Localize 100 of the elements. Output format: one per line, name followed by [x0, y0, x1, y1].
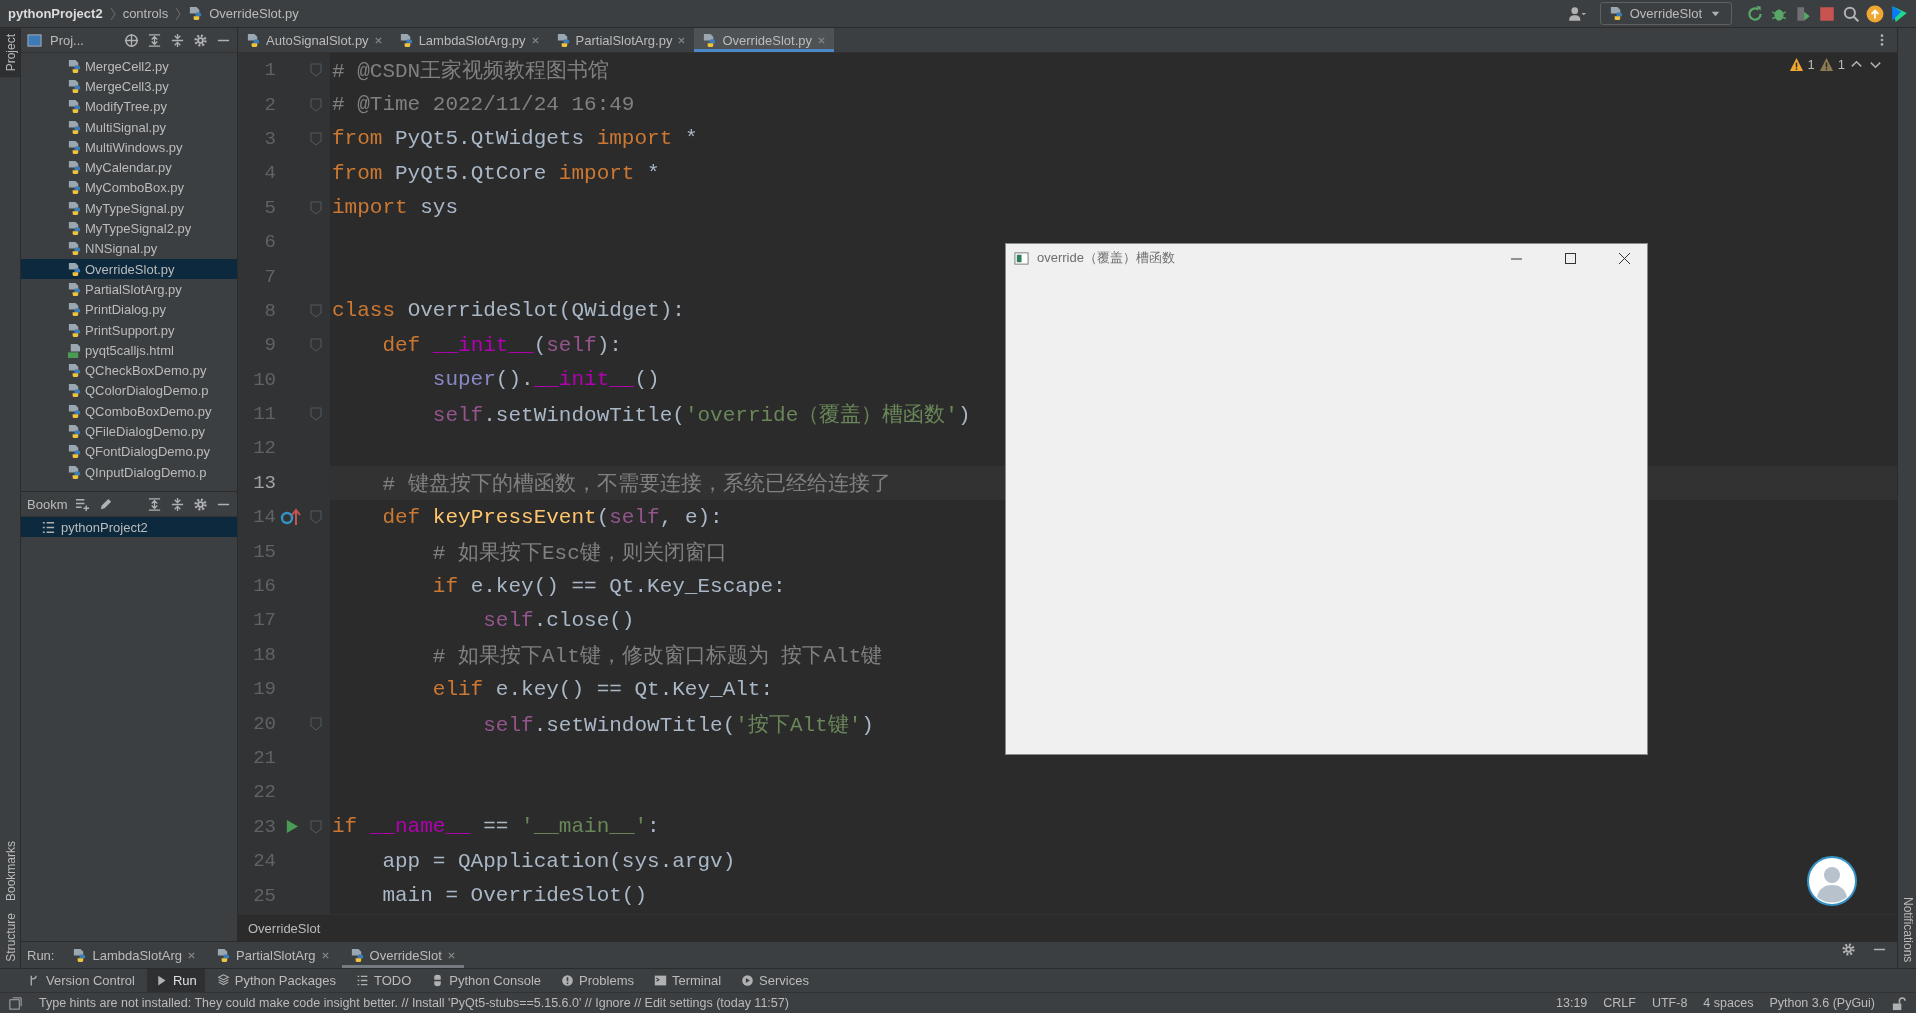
tool-window-button[interactable]: TODO: [347, 969, 420, 992]
pencil-icon[interactable]: [98, 496, 114, 512]
status-item[interactable]: 4 spaces: [1703, 996, 1754, 1010]
settings-icon[interactable]: [193, 32, 208, 48]
tool-window-button[interactable]: Python Packages: [208, 969, 344, 992]
file-tree-item[interactable]: OverrideSlot.py: [21, 258, 237, 280]
file-tree-item[interactable]: QInputDialogDemo.p: [21, 461, 237, 483]
tool-window-button[interactable]: Python Console: [423, 969, 550, 992]
settings-icon[interactable]: [193, 496, 208, 512]
avatar-icon[interactable]: [1807, 856, 1857, 906]
file-tree-item[interactable]: PartialSlotArg.py: [21, 279, 237, 300]
tool-window-button[interactable]: Problems: [553, 969, 642, 992]
warning-count[interactable]: 1: [1807, 57, 1815, 72]
file-tree-item[interactable]: MultiSignal.py: [21, 116, 237, 138]
python-file-icon: [67, 383, 82, 399]
python-file-icon: [72, 947, 88, 963]
chevron-icon: [108, 6, 117, 21]
line-number: 13: [252, 471, 276, 494]
tool-window-button[interactable]: Version Control: [20, 969, 143, 992]
user-icon[interactable]: [1567, 4, 1586, 23]
run-tab[interactable]: LambdaSlotArg: [64, 942, 205, 968]
code-line: class OverrideSlot(QWidget):: [332, 299, 685, 323]
status-item[interactable]: UTF-8: [1651, 996, 1688, 1010]
collapse-all-icon[interactable]: [170, 32, 185, 48]
square-icon[interactable]: [8, 995, 23, 1011]
editor-tab[interactable]: PartialSlotArg.py: [547, 28, 695, 52]
editor-tab[interactable]: OverrideSlot.py: [694, 28, 834, 52]
python-file-icon: [67, 99, 82, 115]
tool-window-button[interactable]: Terminal: [645, 969, 730, 992]
editor-tab[interactable]: AutoSignalSlot.py: [238, 28, 391, 52]
status-message[interactable]: Type hints are not installed: They could make code insight better. // Install 'PyQt5-stubs==5.15.6.0' // Ignore // Edit settings (today 11:57): [39, 996, 1540, 1010]
breadcrumb-item[interactable]: OverrideSlot: [248, 920, 321, 936]
warning-icon[interactable]: [1788, 57, 1804, 72]
file-tree-item[interactable]: MyComboBox.py: [21, 177, 237, 199]
weak-warning-icon[interactable]: [1818, 57, 1834, 72]
code-line: # 如果按下Alt键，修改窗口标题为 按下Alt键: [431, 643, 883, 669]
warning-count[interactable]: 1: [1837, 57, 1845, 72]
python-file-icon: [67, 363, 82, 379]
panel-title[interactable]: Bookm: [27, 496, 68, 512]
file-tree-item[interactable]: QFileDialogDemo.py: [21, 421, 237, 442]
editor-tab[interactable]: LambdaSlotArg.py: [390, 28, 548, 52]
tool-window-label[interactable]: Structure: [0, 907, 20, 968]
target-icon[interactable]: [124, 32, 139, 48]
tool-window-label[interactable]: Notifications: [1898, 890, 1916, 968]
settings-icon[interactable]: [1841, 942, 1856, 957]
status-item[interactable]: 13:19: [1556, 996, 1588, 1010]
rerun-icon[interactable]: [1746, 4, 1764, 23]
breadcrumb-item[interactable]: OverrideSlot.py: [209, 6, 299, 21]
code-line: super().__init__(): [431, 368, 660, 392]
python-file-icon: [67, 58, 82, 74]
code-line: def __init__(self):: [381, 333, 622, 357]
collapse-all-icon[interactable]: [170, 496, 185, 512]
panel-title[interactable]: Proj...: [50, 32, 84, 48]
add-list-icon[interactable]: [75, 496, 91, 512]
file-tree-item[interactable]: QColorDialogDemo.p: [21, 380, 237, 402]
file-tree-item[interactable]: MyCalendar.py: [21, 157, 237, 178]
lock-icon[interactable]: [1891, 995, 1906, 1011]
run-tab[interactable]: OverrideSlot: [341, 942, 464, 968]
breadcrumb-item[interactable]: controls: [122, 6, 169, 21]
file-tree-item[interactable]: MergeCell3.py: [21, 76, 237, 97]
file-tree-item[interactable]: QComboBoxDemo.py: [21, 401, 237, 422]
expand-all-icon[interactable]: [147, 32, 162, 48]
python-file-icon: [349, 947, 365, 963]
tool-window-button[interactable]: Run: [146, 969, 205, 992]
override-icon[interactable]: [280, 508, 302, 527]
play-circle-icon: [741, 974, 755, 987]
file-tree-item[interactable]: PrintSupport.py: [21, 319, 237, 341]
file-tree-item[interactable]: MultiWindows.py: [21, 137, 237, 158]
python-file-icon: [67, 403, 82, 419]
file-tree-item[interactable]: PrintDialog.py: [21, 299, 237, 320]
update-icon[interactable]: [1866, 4, 1884, 23]
file-tree-item[interactable]: pyqt5calljs.html: [21, 340, 237, 361]
status-item[interactable]: Python 3.6 (PyGui): [1769, 996, 1875, 1010]
file-tree-item[interactable]: MyTypeSignal.py: [21, 198, 237, 219]
run-tab[interactable]: PartialSlotArg: [208, 942, 338, 968]
close-icon[interactable]: [1618, 252, 1630, 264]
status-item[interactable]: CRLF: [1603, 996, 1636, 1010]
tool-window-button[interactable]: Services: [733, 969, 817, 992]
file-tree-item[interactable]: QFontDialogDemo.py: [21, 441, 237, 462]
breadcrumb-item[interactable]: pythonProject2: [8, 6, 103, 21]
file-tree-item[interactable]: MyTypeSignal2.py: [21, 218, 237, 239]
layers-icon: [216, 974, 230, 987]
file-tree-item[interactable]: ModifyTree.py: [21, 96, 237, 117]
python-file-icon: [67, 444, 82, 460]
tool-window-label[interactable]: Project: [0, 28, 20, 78]
python-file-icon: [702, 32, 718, 48]
file-tree-item[interactable]: MergeCell2.py: [21, 56, 237, 77]
bookmark-item[interactable]: pythonProject2: [21, 517, 237, 537]
code-line: main = OverrideSlot(): [381, 884, 648, 908]
tool-window-label[interactable]: Bookmarks: [0, 835, 20, 908]
expand-all-icon[interactable]: [147, 496, 162, 512]
list-icon: [41, 519, 56, 535]
search-icon[interactable]: [1842, 4, 1860, 23]
file-tree-item[interactable]: QCheckBoxDemo.py: [21, 360, 237, 381]
file-tree-item[interactable]: NNSignal.py: [21, 238, 237, 259]
logo-icon[interactable]: [1890, 4, 1908, 23]
coverage-icon[interactable]: [1794, 4, 1812, 23]
stop-icon[interactable]: [1818, 4, 1836, 23]
maximize-icon[interactable]: [1564, 252, 1576, 264]
run-config-dropdown[interactable]: OverrideSlot: [1599, 2, 1732, 25]
